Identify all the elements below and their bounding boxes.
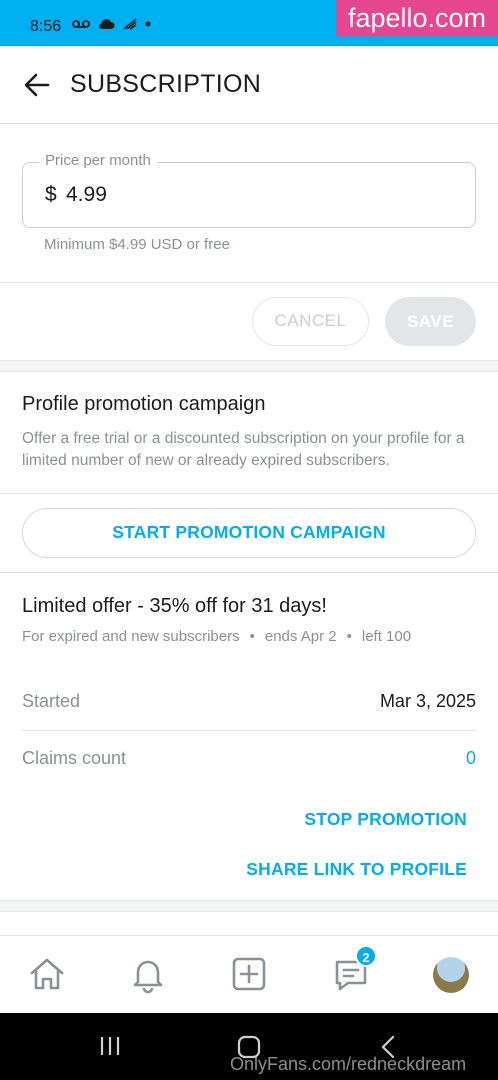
save-button[interactable]: SAVE — [385, 297, 476, 346]
separator-dot: • — [346, 628, 352, 645]
share-link-button[interactable]: SHARE LINK TO PROFILE — [246, 859, 467, 880]
price-input[interactable]: Price per month $ 4.99 — [22, 152, 476, 228]
avatar[interactable] — [433, 957, 469, 993]
recent-apps-icon[interactable] — [98, 1035, 122, 1057]
section-divider — [0, 900, 498, 912]
offer-ends: ends Apr 2 — [264, 628, 337, 645]
section-divider — [0, 360, 498, 372]
currency-symbol: $ — [45, 183, 57, 206]
wifi-call-icon — [123, 18, 137, 30]
divider — [22, 730, 476, 731]
offer-meta: For expired and new subscribers • ends A… — [22, 628, 411, 645]
cancel-button[interactable]: CANCEL — [252, 297, 369, 346]
back-arrow-icon[interactable] — [22, 70, 52, 100]
price-value[interactable]: 4.99 — [66, 183, 107, 207]
claims-value[interactable]: 0 — [466, 748, 476, 769]
home-icon[interactable] — [27, 954, 67, 994]
offer-audience: For expired and new subscribers — [22, 628, 240, 645]
add-post-icon[interactable] — [229, 954, 269, 994]
price-label: Price per month — [39, 152, 157, 169]
offer-title: Limited offer - 35% off for 31 days! — [22, 595, 327, 617]
cloud-icon — [99, 19, 115, 29]
claims-label: Claims count — [22, 748, 127, 768]
start-promotion-button[interactable]: START PROMOTION CAMPAIGN — [22, 508, 476, 558]
bottom-nav: 2 — [0, 935, 498, 1013]
started-value: Mar 3, 2025 — [379, 691, 476, 711]
page-title: SUBSCRIPTION — [70, 70, 262, 98]
dot-icon — [145, 21, 151, 27]
divider — [0, 493, 498, 494]
messages-nav[interactable]: 2 — [331, 945, 377, 994]
status-time: 8:56 — [30, 18, 62, 35]
watermark-top: fapello.com — [336, 0, 498, 36]
status-icons — [72, 17, 151, 31]
bell-icon[interactable] — [128, 954, 168, 994]
divider — [0, 572, 498, 573]
promotion-title: Profile promotion campaign — [22, 393, 266, 415]
watermark-bottom: OnlyFans.com/redneckdream — [230, 1054, 467, 1074]
offer-left: left 100 — [361, 628, 412, 645]
started-label: Started — [22, 691, 81, 711]
promotion-description: Offer a free trial or a discounted subsc… — [22, 430, 465, 469]
divider — [0, 282, 498, 283]
price-hint: Minimum $4.99 USD or free — [44, 236, 230, 253]
stop-promotion-button[interactable]: STOP PROMOTION — [304, 809, 467, 830]
page-header: SUBSCRIPTION — [0, 46, 498, 124]
voicemail-icon — [72, 20, 90, 28]
separator-dot: • — [249, 628, 255, 645]
messages-badge: 2 — [355, 945, 377, 967]
